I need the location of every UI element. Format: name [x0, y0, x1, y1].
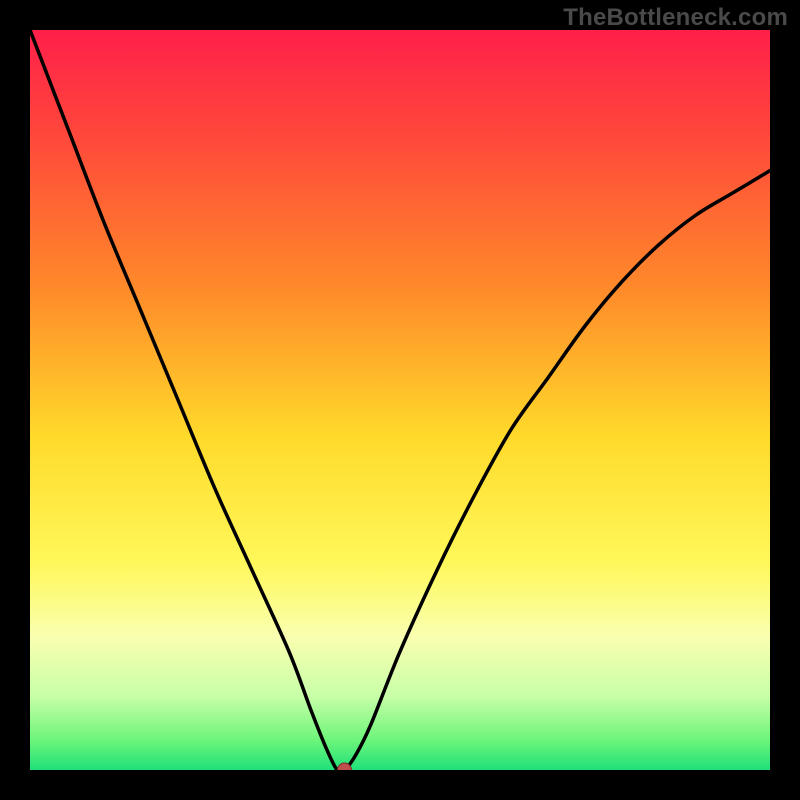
bottleneck-curve	[30, 30, 770, 770]
plot-area	[30, 30, 770, 770]
curve-layer	[30, 30, 770, 770]
chart-container: TheBottleneck.com	[0, 0, 800, 800]
watermark-text: TheBottleneck.com	[563, 4, 788, 32]
